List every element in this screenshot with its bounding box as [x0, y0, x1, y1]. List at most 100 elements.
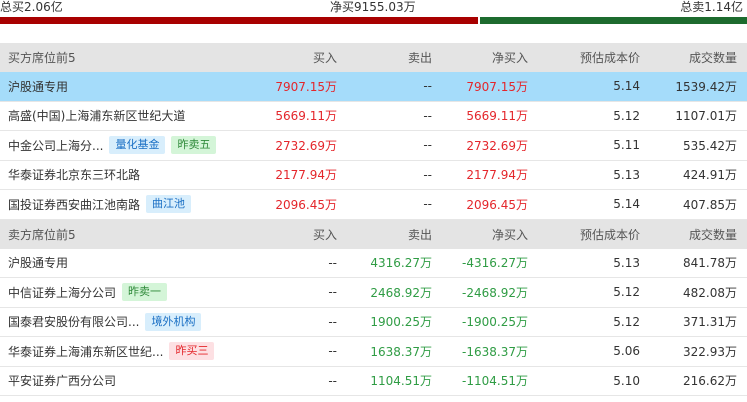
table-row[interactable]: 沪股通专用 -- 4316.27万 -4316.27万 5.13 841.78万 [0, 249, 747, 278]
seat-name-cell: 华泰证券北京东三环北路 [8, 161, 140, 190]
trade-volume: 371.31万 [683, 315, 737, 330]
trade-volume: 216.62万 [683, 374, 737, 389]
estimated-cost: 5.11 [613, 138, 640, 153]
seat-table: 买方席位前5 买入 卖出 净买入 预估成本价 成交数量 沪股通专用 7907.15万 -- 790… [0, 43, 747, 396]
net-buy-amount: 2096.45万 [466, 197, 528, 212]
seat-tag-badge[interactable]: 境外机构 [145, 312, 202, 331]
seat-name-cell: 中金公司上海分... 量化基金 昨卖五 [8, 131, 217, 160]
seat-name[interactable]: 中信证券上海分公司 [8, 284, 116, 301]
seat-name-cell: 国投证券西安曲江池南路 曲江池 [8, 190, 192, 219]
sell-section: 卖方席位前5 买入 卖出 净买入 预估成本价 成交数量 沪股通专用 -- 4316.27万 -43… [0, 219, 747, 396]
seat-tag-badge[interactable]: 曲江池 [146, 195, 192, 214]
table-row[interactable]: 中信证券上海分公司 昨卖一 -- 2468.92万 -2468.92万 5.12 482.0… [0, 278, 747, 308]
seat-name[interactable]: 华泰证券北京东三环北路 [8, 166, 140, 183]
trade-volume: 424.91万 [683, 168, 737, 183]
estimated-cost: 5.12 [613, 314, 640, 329]
net-buy-amount: 7907.15万 [466, 79, 528, 94]
seat-name-cell: 中信证券上海分公司 昨卖一 [8, 278, 168, 307]
table-row[interactable]: 华泰证券北京东三环北路 2177.94万 -- 2177.94万 5.13 424.91万 [0, 161, 747, 190]
buy-amount: 2177.94万 [275, 168, 337, 183]
seat-name[interactable]: 国投证券西安曲江池南路 [8, 196, 140, 213]
header-volume: 成交数量 [688, 227, 737, 242]
net-buy-amount: -2468.92万 [462, 285, 528, 300]
net-buy-amount: -4316.27万 [462, 256, 528, 271]
net-buy-amount: 2177.94万 [466, 168, 528, 183]
header-sell: 卖出 [407, 227, 432, 242]
header-sell: 卖出 [407, 51, 432, 65]
buy-portion-bar [0, 17, 478, 24]
sell-amount: -- [423, 79, 432, 94]
buy-amount: -- [328, 373, 337, 388]
estimated-cost: 5.14 [613, 197, 640, 212]
net-buy-label: 净买9155.03万 [330, 0, 416, 14]
seat-tag-badge[interactable]: 昨卖一 [122, 283, 168, 302]
table-row[interactable]: 沪股通专用 7907.15万 -- 7907.15万 5.14 1539.42万 [0, 72, 747, 102]
header-name: 买方席位前5 [8, 51, 76, 65]
estimated-cost: 5.14 [613, 79, 640, 94]
net-buy-amount: 2732.69万 [466, 138, 528, 153]
seat-name[interactable]: 高盛(中国)上海浦东新区世纪大道 [8, 107, 185, 124]
header-net: 净买入 [491, 51, 528, 65]
net-buy-amount: -1900.25万 [462, 315, 528, 330]
header-cost: 预估成本价 [579, 227, 640, 242]
estimated-cost: 5.12 [613, 108, 640, 123]
net-buy-amount: -1638.37万 [462, 344, 528, 359]
sell-amount: 1900.25万 [370, 315, 432, 330]
buy-sell-ratio-bar [0, 17, 747, 24]
sell-portion-bar [480, 17, 747, 24]
table-row[interactable]: 平安证券广西分公司 -- 1104.51万 -1104.51万 5.10 216.62万 [0, 367, 747, 396]
total-buy-label: 总买2.06亿 [0, 0, 63, 14]
header-name: 卖方席位前5 [8, 227, 76, 242]
seat-name-cell: 国泰君安股份有限公司... 境外机构 [8, 308, 202, 337]
table-header-row: 买方席位前5 买入 卖出 净买入 预估成本价 成交数量 [0, 43, 747, 72]
sell-amount: -- [423, 108, 432, 123]
sell-amount: -- [423, 167, 432, 182]
table-row[interactable]: 国泰君安股份有限公司... 境外机构 -- 1900.25万 -1900.25万 5.12… [0, 308, 747, 337]
trade-volume: 407.85万 [683, 197, 737, 212]
estimated-cost: 5.12 [613, 285, 640, 300]
table-row[interactable]: 高盛(中国)上海浦东新区世纪大道 5669.11万 -- 5669.11万 5.12 11… [0, 102, 747, 131]
header-cost: 预估成本价 [579, 51, 640, 65]
header-buy: 买入 [312, 51, 337, 65]
sell-amount: -- [423, 138, 432, 153]
buy-amount: 7907.15万 [275, 79, 337, 94]
seat-name-cell: 沪股通专用 [8, 72, 68, 101]
buy-section: 买方席位前5 买入 卖出 净买入 预估成本价 成交数量沪股通专用 7907.15万 -- 790… [0, 43, 747, 220]
seat-name[interactable]: 沪股通专用 [8, 78, 68, 95]
seat-name[interactable]: 国泰君安股份有限公司... [8, 313, 139, 330]
seat-name-cell: 平安证券广西分公司 [8, 367, 116, 396]
estimated-cost: 5.13 [613, 167, 640, 182]
buy-amount: -- [328, 314, 337, 329]
seat-name-cell: 华泰证券上海浦东新区世纪... 昨买三 [8, 337, 215, 366]
buy-amount: 2096.45万 [275, 197, 337, 212]
total-sell-label: 总卖1.14亿 [680, 0, 743, 14]
sell-amount: 2468.92万 [370, 285, 432, 300]
seat-name[interactable]: 沪股通专用 [8, 254, 68, 271]
trade-volume: 482.08万 [683, 285, 737, 300]
seat-name[interactable]: 中金公司上海分... [8, 137, 103, 154]
summary-bar: 总买2.06亿 净买9155.03万 总卖1.14亿 [0, 0, 747, 24]
trade-volume: 1107.01万 [675, 109, 737, 124]
estimated-cost: 5.06 [613, 344, 640, 359]
header-volume: 成交数量 [688, 51, 737, 65]
table-header-row: 卖方席位前5 买入 卖出 净买入 预估成本价 成交数量 [0, 219, 747, 249]
seat-name[interactable]: 平安证券广西分公司 [8, 372, 116, 389]
sell-amount: -- [423, 197, 432, 212]
buy-amount: 5669.11万 [275, 109, 337, 124]
trade-volume: 841.78万 [683, 256, 737, 271]
table-row[interactable]: 中金公司上海分... 量化基金 昨卖五 2732.69万 -- 2732.69万 5.11 5… [0, 131, 747, 161]
seat-name[interactable]: 华泰证券上海浦东新区世纪... [8, 343, 163, 360]
seat-tag-badge[interactable]: 昨卖五 [171, 136, 217, 155]
trade-volume: 1539.42万 [675, 79, 737, 94]
table-row[interactable]: 华泰证券上海浦东新区世纪... 昨买三 -- 1638.37万 -1638.37万 5.0… [0, 337, 747, 367]
seat-tag-badge[interactable]: 量化基金 [109, 136, 166, 155]
net-buy-amount: 5669.11万 [466, 109, 528, 124]
sell-amount: 1104.51万 [370, 374, 432, 389]
seat-name-cell: 沪股通专用 [8, 249, 68, 278]
sell-amount: 4316.27万 [370, 256, 432, 271]
estimated-cost: 5.13 [613, 255, 640, 270]
seat-tag-badge[interactable]: 昨买三 [169, 342, 215, 361]
seat-name-cell: 高盛(中国)上海浦东新区世纪大道 [8, 102, 185, 131]
table-row[interactable]: 国投证券西安曲江池南路 曲江池 2096.45万 -- 2096.45万 5.14 407.… [0, 190, 747, 220]
buy-amount: 2732.69万 [275, 138, 337, 153]
